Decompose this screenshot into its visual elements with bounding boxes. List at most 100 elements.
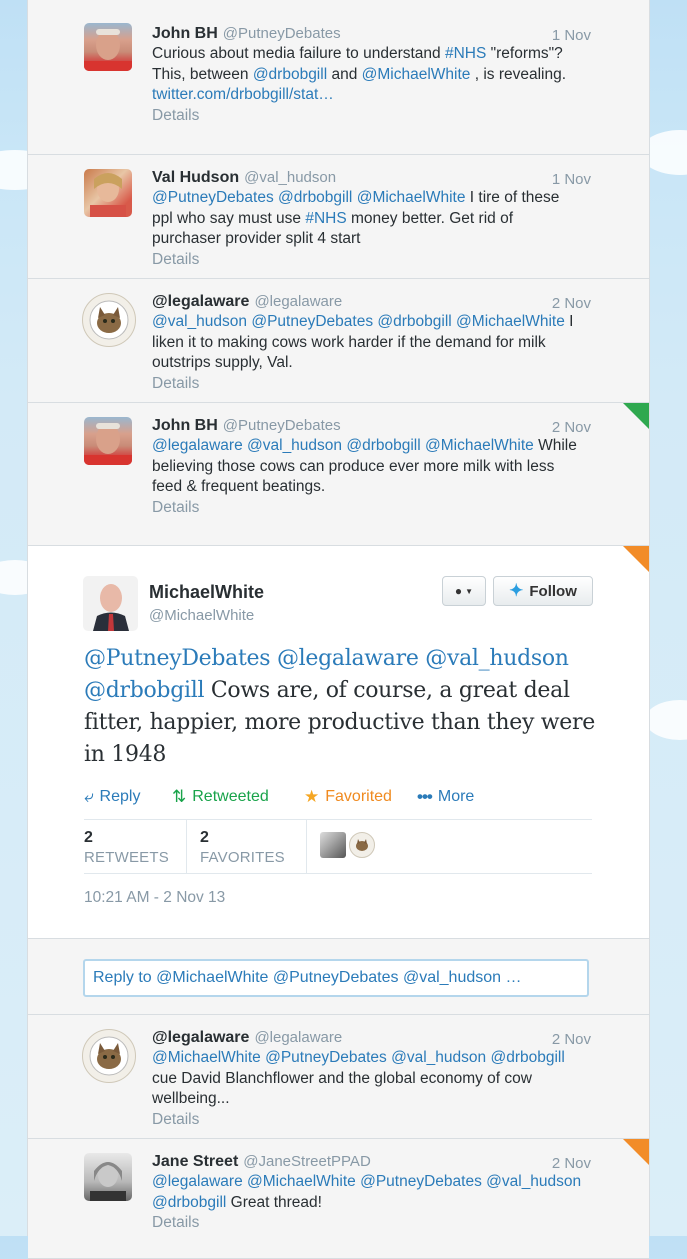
- tweet-handle[interactable]: @PutneyDebates: [223, 417, 341, 434]
- reply-icon: ⤶: [84, 787, 94, 806]
- avatar[interactable]: [82, 1029, 136, 1083]
- avatar[interactable]: [84, 417, 132, 465]
- tweet-link[interactable]: @PutneyDebates: [265, 1049, 387, 1066]
- tweet-link[interactable]: @drbobgill: [84, 678, 205, 703]
- tweet-date[interactable]: 1 Nov: [552, 27, 591, 44]
- tweet-item[interactable]: John BH @PutneyDebates 2 Nov @legalaware …: [28, 403, 649, 546]
- avatar[interactable]: [84, 23, 132, 71]
- retweeted-action[interactable]: ⇅ Retweeted: [172, 787, 269, 807]
- tweet-link[interactable]: @MichaelWhite: [247, 1173, 356, 1190]
- details-link[interactable]: Details: [152, 498, 582, 519]
- tweet-link[interactable]: @drbobgill: [253, 66, 327, 83]
- tweet-text-segment: , is revealing.: [470, 65, 567, 83]
- tweet-link[interactable]: twitter.com/drbobgill/stat…: [152, 86, 334, 103]
- favoriter-avatar[interactable]: [349, 832, 375, 858]
- tweet-body: @legalaware @val_hudson @drbobgill @Mich…: [152, 437, 577, 495]
- tweet-author[interactable]: John BH @PutneyDebates: [152, 417, 341, 435]
- follow-label: Follow: [529, 582, 577, 600]
- tweet-link[interactable]: @drbobgill: [152, 1194, 226, 1211]
- tweet-link[interactable]: @MichaelWhite: [362, 66, 471, 83]
- tweet-link[interactable]: @legalaware: [277, 646, 419, 671]
- tweet-body: @PutneyDebates @drbobgill @MichaelWhite …: [152, 189, 559, 247]
- bird-icon: ✦: [509, 581, 524, 600]
- more-dots-icon: •••: [417, 787, 433, 806]
- tweet-item[interactable]: Val Hudson @val_hudson 1 Nov @PutneyDebat…: [28, 155, 649, 279]
- main-author-handle[interactable]: @MichaelWhite: [149, 607, 254, 624]
- tweet-link[interactable]: @PutneyDebates: [251, 313, 373, 330]
- favorited-action[interactable]: ★ Favorited: [304, 787, 392, 807]
- tweet-item[interactable]: Jane Street @JaneStreetPPAD 2 Nov @legala…: [28, 1139, 649, 1259]
- reply-input[interactable]: Reply to @MichaelWhite @PutneyDebates @v…: [83, 959, 589, 997]
- tweet-date[interactable]: 2 Nov: [552, 1155, 591, 1172]
- tweet-link[interactable]: @val_hudson: [425, 646, 569, 671]
- tweet-author[interactable]: Jane Street @JaneStreetPPAD: [152, 1153, 371, 1171]
- tweet-link[interactable]: @val_hudson: [152, 313, 247, 330]
- tweet-item[interactable]: John BH @PutneyDebates 1 Nov Curious abou…: [28, 0, 649, 155]
- tweet-link[interactable]: @val_hudson: [486, 1173, 581, 1190]
- tweet-link[interactable]: @MichaelWhite: [425, 437, 534, 454]
- tweet-link[interactable]: @legalaware: [152, 1173, 243, 1190]
- favorites-stat[interactable]: 2 FAVORITES: [200, 820, 307, 873]
- tweet-link[interactable]: @legalaware: [152, 437, 243, 454]
- favoriter-avatar[interactable]: [320, 832, 346, 858]
- main-avatar[interactable]: [83, 576, 138, 631]
- tweet-link[interactable]: @MichaelWhite: [357, 189, 466, 206]
- user-dropdown-button[interactable]: ● ▼: [442, 576, 486, 606]
- details-link[interactable]: Details: [152, 1110, 582, 1131]
- tweet-link[interactable]: @drbobgill: [490, 1049, 564, 1066]
- tweet-author[interactable]: @legalaware @legalaware: [152, 1029, 342, 1047]
- tweet-date[interactable]: 2 Nov: [552, 1031, 591, 1048]
- tweet-stats: 2 RETWEETS 2 FAVORITES: [84, 819, 592, 874]
- tweet-link[interactable]: @PutneyDebates: [360, 1173, 482, 1190]
- details-link[interactable]: Details: [152, 1213, 582, 1234]
- tweet-link[interactable]: @val_hudson: [247, 437, 342, 454]
- tweet-link[interactable]: #NHS: [445, 45, 486, 62]
- tweet-author[interactable]: Val Hudson @val_hudson: [152, 169, 336, 187]
- tweet-date[interactable]: 2 Nov: [552, 295, 591, 312]
- details-link[interactable]: Details: [152, 250, 582, 271]
- tweet-handle[interactable]: @PutneyDebates: [223, 25, 341, 42]
- tweet-link[interactable]: @PutneyDebates: [152, 189, 274, 206]
- main-tweet-text: @PutneyDebates @legalaware @val_hudson @…: [84, 643, 604, 771]
- main-author-name[interactable]: MichaelWhite: [149, 582, 264, 603]
- tweet-link[interactable]: @val_hudson: [391, 1049, 486, 1066]
- tweet-link[interactable]: #NHS: [305, 210, 346, 227]
- tweet-link[interactable]: @MichaelWhite: [456, 313, 565, 330]
- tweet-item[interactable]: @legalaware @legalaware 2 Nov @val_hudson…: [28, 279, 649, 403]
- retweets-stat[interactable]: 2 RETWEETS: [84, 820, 187, 873]
- favorites-count: 2: [200, 829, 209, 846]
- tweet-author[interactable]: @legalaware @legalaware: [152, 293, 342, 311]
- tweet-link[interactable]: @drbobgill: [377, 313, 451, 330]
- follow-button[interactable]: ✦ Follow: [493, 576, 593, 606]
- more-action[interactable]: ••• More: [417, 787, 474, 807]
- retweets-label: RETWEETS: [84, 849, 169, 866]
- favorited-label: Favorited: [325, 788, 392, 805]
- tweet-handle[interactable]: @legalaware: [254, 1029, 342, 1046]
- tweet-link[interactable]: @drbobgill: [278, 189, 352, 206]
- tweet-handle[interactable]: @val_hudson: [244, 169, 336, 186]
- tweet-link[interactable]: @PutneyDebates: [84, 646, 271, 671]
- tweet-handle[interactable]: @JaneStreetPPAD: [243, 1153, 371, 1170]
- details-link[interactable]: Details: [152, 106, 582, 127]
- chevron-down-icon: ▼: [465, 586, 474, 596]
- user-icon: ●: [454, 584, 463, 598]
- tweet-text: @PutneyDebates @drbobgill @MichaelWhite …: [152, 188, 582, 270]
- avatar[interactable]: [84, 169, 132, 217]
- tweet-body: Curious about media failure to understan…: [152, 45, 566, 103]
- reply-label: Reply: [99, 788, 141, 805]
- tweet-date[interactable]: 2 Nov: [552, 419, 591, 436]
- tweet-link[interactable]: @drbobgill: [346, 437, 420, 454]
- tweet-timestamp[interactable]: 10:21 AM - 2 Nov 13: [84, 889, 225, 907]
- tweet-text: @legalaware @val_hudson @drbobgill @Mich…: [152, 436, 582, 518]
- details-link[interactable]: Details: [152, 374, 582, 395]
- tweet-author[interactable]: John BH @PutneyDebates: [152, 25, 341, 43]
- tweet-date[interactable]: 1 Nov: [552, 171, 591, 188]
- retweeted-label: Retweeted: [192, 788, 269, 805]
- avatar[interactable]: [84, 1153, 132, 1201]
- tweet-handle[interactable]: @legalaware: [254, 293, 342, 310]
- tweet-link[interactable]: @MichaelWhite: [152, 1049, 261, 1066]
- avatar[interactable]: [82, 293, 136, 347]
- reply-action[interactable]: ⤶ Reply: [84, 787, 140, 807]
- tweet-item[interactable]: @legalaware @legalaware 2 Nov @MichaelWhi…: [28, 1015, 649, 1139]
- expanded-tweet: MichaelWhite @MichaelWhite ● ▼ ✦ Follow …: [28, 546, 649, 939]
